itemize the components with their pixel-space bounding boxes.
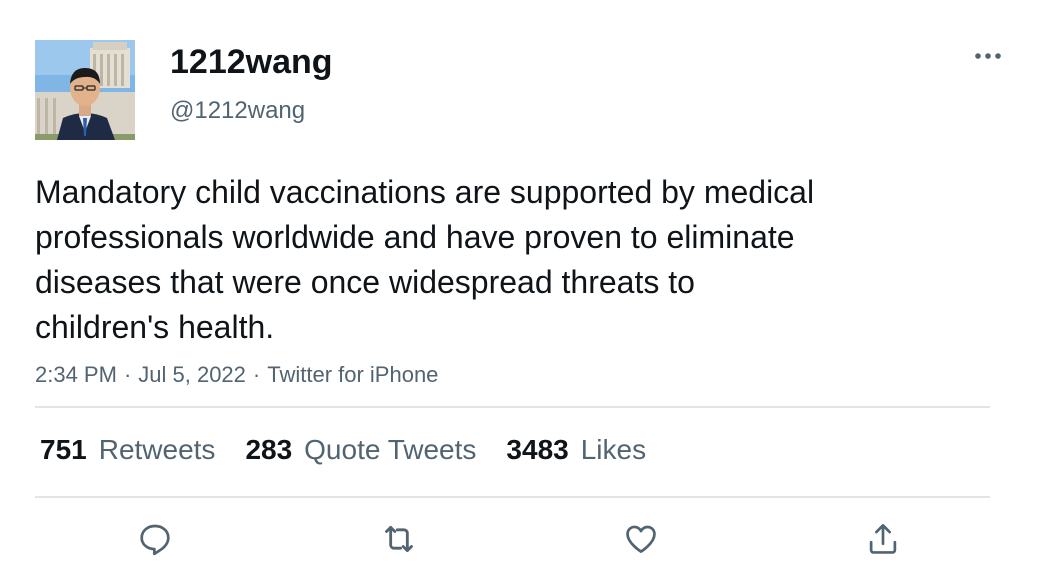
more-options-button[interactable] xyxy=(968,42,1008,70)
heart-icon xyxy=(626,525,656,554)
divider xyxy=(35,496,990,498)
tweet-text-line: Mandatory child vaccinations are support… xyxy=(35,174,815,210)
retweet-icon xyxy=(385,525,413,553)
tweet-text-line: children's health. xyxy=(35,309,275,345)
meta-separator: · xyxy=(252,362,261,387)
quote-tweets-label: Quote Tweets xyxy=(304,434,477,465)
tweet-text: Mandatory child vaccinations are support… xyxy=(35,170,935,350)
tweet-stats: 751 Retweets 283 Quote Tweets 3483 Likes xyxy=(40,430,676,470)
reply-icon xyxy=(140,524,170,556)
likes-stat[interactable]: 3483 Likes xyxy=(506,434,646,466)
tweet-text-line: diseases that were once widespread threa… xyxy=(35,264,695,300)
retweets-label: Retweets xyxy=(98,434,216,465)
avatar[interactable] xyxy=(35,40,135,140)
like-button[interactable] xyxy=(620,518,662,560)
quote-tweets-count: 283 xyxy=(245,434,293,465)
tweet-date[interactable]: Jul 5, 2022 xyxy=(138,362,246,387)
user-handle[interactable]: @1212wang xyxy=(170,96,305,126)
likes-count: 3483 xyxy=(506,434,569,465)
display-name[interactable]: 1212wang xyxy=(170,42,333,82)
tweet-text-line: professionals worldwide and have proven … xyxy=(35,219,795,255)
share-icon xyxy=(869,524,897,554)
profile-photo xyxy=(35,40,135,140)
tweet-metadata: 2:34 PM · Jul 5, 2022 · Twitter for iPhone xyxy=(35,360,438,390)
reply-button[interactable] xyxy=(134,518,176,560)
retweets-stat[interactable]: 751 Retweets xyxy=(40,434,215,466)
retweet-button[interactable] xyxy=(378,518,420,560)
tweet-time[interactable]: 2:34 PM xyxy=(35,362,117,387)
more-horizontal-icon xyxy=(975,53,1001,59)
retweets-count: 751 xyxy=(40,434,87,465)
meta-separator: · xyxy=(123,362,132,387)
quote-tweets-stat[interactable]: 283 Quote Tweets xyxy=(245,434,476,466)
share-button[interactable] xyxy=(862,518,904,560)
likes-label: Likes xyxy=(580,434,647,465)
tweet-source[interactable]: Twitter for iPhone xyxy=(267,362,438,387)
divider xyxy=(35,406,990,408)
